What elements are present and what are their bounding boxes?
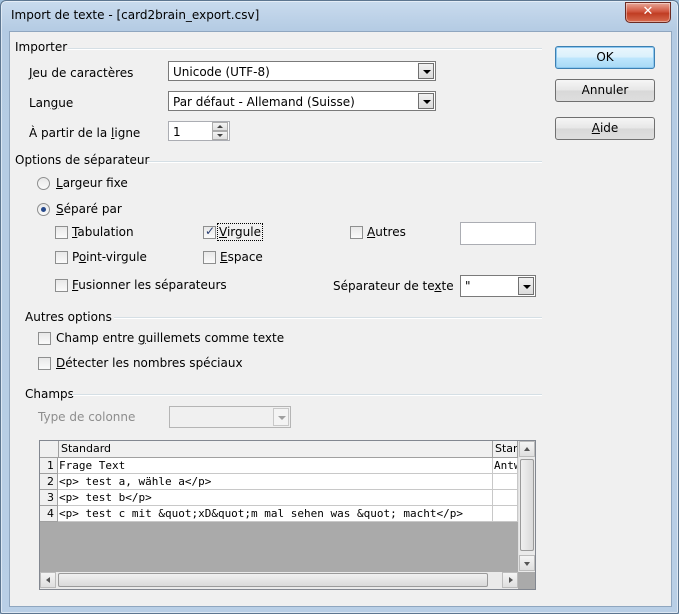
comma-checkbox[interactable]	[203, 224, 216, 239]
table-cell[interactable]: <p> test b</p>	[58, 490, 493, 506]
section-fields-title: Champs	[25, 387, 74, 401]
column-header-standard-2[interactable]: Stan	[493, 441, 518, 457]
charset-dropdown-button[interactable]	[418, 63, 434, 79]
section-other-options-title: Autres options	[25, 310, 112, 324]
chevron-down-icon	[423, 100, 431, 104]
quoted-as-text-label[interactable]: Champ entre guillemets comme texte	[56, 331, 284, 345]
table-cell[interactable]: Antw	[493, 458, 518, 474]
table-cell[interactable]	[493, 474, 518, 490]
import-text-dialog: Import de texte - [card2brain_export.csv…	[0, 0, 679, 614]
section-separator-title: Options de séparateur	[15, 153, 150, 167]
arrow-right-icon	[509, 577, 513, 583]
quoted-as-text-checkbox[interactable]	[38, 332, 51, 345]
window-title: Import de texte - [card2brain_export.csv…	[11, 8, 260, 22]
charset-value: Unicode (UTF-8)	[173, 65, 270, 79]
chevron-down-icon	[423, 70, 431, 74]
text-separator-select[interactable]: "	[460, 275, 536, 297]
title-bar: Import de texte - [card2brain_export.csv…	[1, 1, 678, 31]
horizontal-scrollbar[interactable]	[40, 572, 518, 589]
close-icon[interactable]: ✕	[643, 4, 654, 19]
text-separator-value: "	[465, 279, 471, 293]
scroll-down-button[interactable]	[519, 555, 535, 571]
row-number[interactable]: 4	[40, 506, 58, 522]
arrow-up-icon	[217, 125, 223, 128]
separated-by-label[interactable]: Séparé par	[56, 202, 122, 216]
vertical-scrollbar[interactable]	[518, 441, 535, 572]
arrow-down-icon	[524, 562, 530, 566]
table-cell[interactable]: Frage Text	[58, 458, 493, 474]
scroll-left-button[interactable]	[40, 572, 56, 588]
text-separator-label: Séparateur de texte	[333, 279, 454, 293]
space-label[interactable]: Espace	[220, 250, 263, 264]
separated-by-radio[interactable]	[37, 203, 50, 216]
charset-select[interactable]: Unicode (UTF-8)	[168, 61, 436, 81]
other-label[interactable]: Autres	[367, 225, 406, 239]
charset-label: Jeu de caractères	[29, 66, 134, 80]
ok-button[interactable]: OK	[555, 46, 655, 69]
close-button[interactable]: ✕	[625, 2, 671, 23]
tab-label[interactable]: Tabulation	[72, 225, 134, 239]
table-cell[interactable]	[493, 506, 518, 522]
column-type-dropdown-button[interactable]	[273, 408, 289, 426]
column-type-label: Type de colonne	[38, 410, 136, 424]
detect-special-numbers-checkbox[interactable]	[38, 357, 51, 370]
merge-separators-label[interactable]: Fusionner les séparateurs	[72, 278, 227, 292]
column-header-standard[interactable]: Standard	[59, 441, 493, 457]
row-number[interactable]: 3	[40, 490, 58, 506]
from-line-label: À partir de la ligne	[29, 126, 141, 140]
section-divider	[114, 317, 542, 319]
table-cell[interactable]: <p> test c mit &quot;xD&quot;m mal sehen…	[58, 506, 493, 522]
fixed-width-radio[interactable]	[37, 177, 50, 190]
chevron-down-icon	[523, 285, 531, 289]
section-importer-title: Importer	[15, 40, 68, 54]
grid-header-row: Standard Stan	[40, 441, 518, 458]
semicolon-label[interactable]: Point-virgule	[72, 250, 147, 264]
comma-label[interactable]: Virgule	[217, 223, 263, 241]
help-button[interactable]: Aide	[555, 117, 655, 140]
text-separator-dropdown-button[interactable]	[518, 277, 534, 295]
arrow-down-icon	[217, 134, 223, 137]
spin-down-button[interactable]	[212, 131, 228, 140]
grid-corner	[40, 441, 59, 457]
horizontal-scroll-thumb[interactable]	[58, 573, 488, 587]
section-divider	[72, 394, 542, 396]
arrow-left-icon	[46, 577, 50, 583]
vertical-scroll-thumb[interactable]	[520, 459, 534, 551]
column-type-select[interactable]	[169, 406, 291, 428]
from-line-value: 1	[173, 125, 181, 139]
table-cell[interactable]: <p> test a, wähle a</p>	[58, 474, 493, 490]
from-line-spin-buttons[interactable]	[212, 122, 229, 142]
semicolon-checkbox[interactable]	[55, 251, 68, 264]
other-checkbox[interactable]	[350, 226, 363, 239]
fixed-width-label[interactable]: Largeur fixe	[56, 176, 128, 190]
scroll-up-button[interactable]	[519, 441, 535, 457]
chevron-down-icon	[278, 416, 286, 420]
detect-special-numbers-label[interactable]: Détecter les nombres spéciaux	[56, 356, 243, 370]
section-divider	[68, 48, 542, 50]
scroll-right-button[interactable]	[502, 572, 518, 588]
language-select[interactable]: Par défaut - Allemand (Suisse)	[168, 91, 436, 111]
language-dropdown-button[interactable]	[418, 93, 434, 109]
space-checkbox[interactable]	[203, 251, 216, 264]
fields-preview-grid[interactable]: Standard Stan 1 Frage Text Antw 2 <p> te…	[39, 440, 536, 590]
language-value: Par défaut - Allemand (Suisse)	[173, 95, 355, 109]
other-separator-input[interactable]	[460, 222, 536, 245]
merge-separators-checkbox[interactable]	[55, 279, 68, 292]
spin-up-button[interactable]	[212, 122, 228, 131]
tab-checkbox[interactable]	[55, 226, 68, 239]
row-number[interactable]: 2	[40, 474, 58, 490]
language-label: Langue	[29, 96, 74, 110]
row-number[interactable]: 1	[40, 458, 58, 474]
dialog-body: Importer Jeu de caractères Unicode (UTF-…	[9, 31, 672, 607]
table-cell[interactable]	[493, 490, 518, 506]
cancel-button[interactable]: Annuler	[555, 79, 655, 102]
section-divider	[147, 161, 542, 163]
arrow-up-icon	[524, 447, 530, 451]
